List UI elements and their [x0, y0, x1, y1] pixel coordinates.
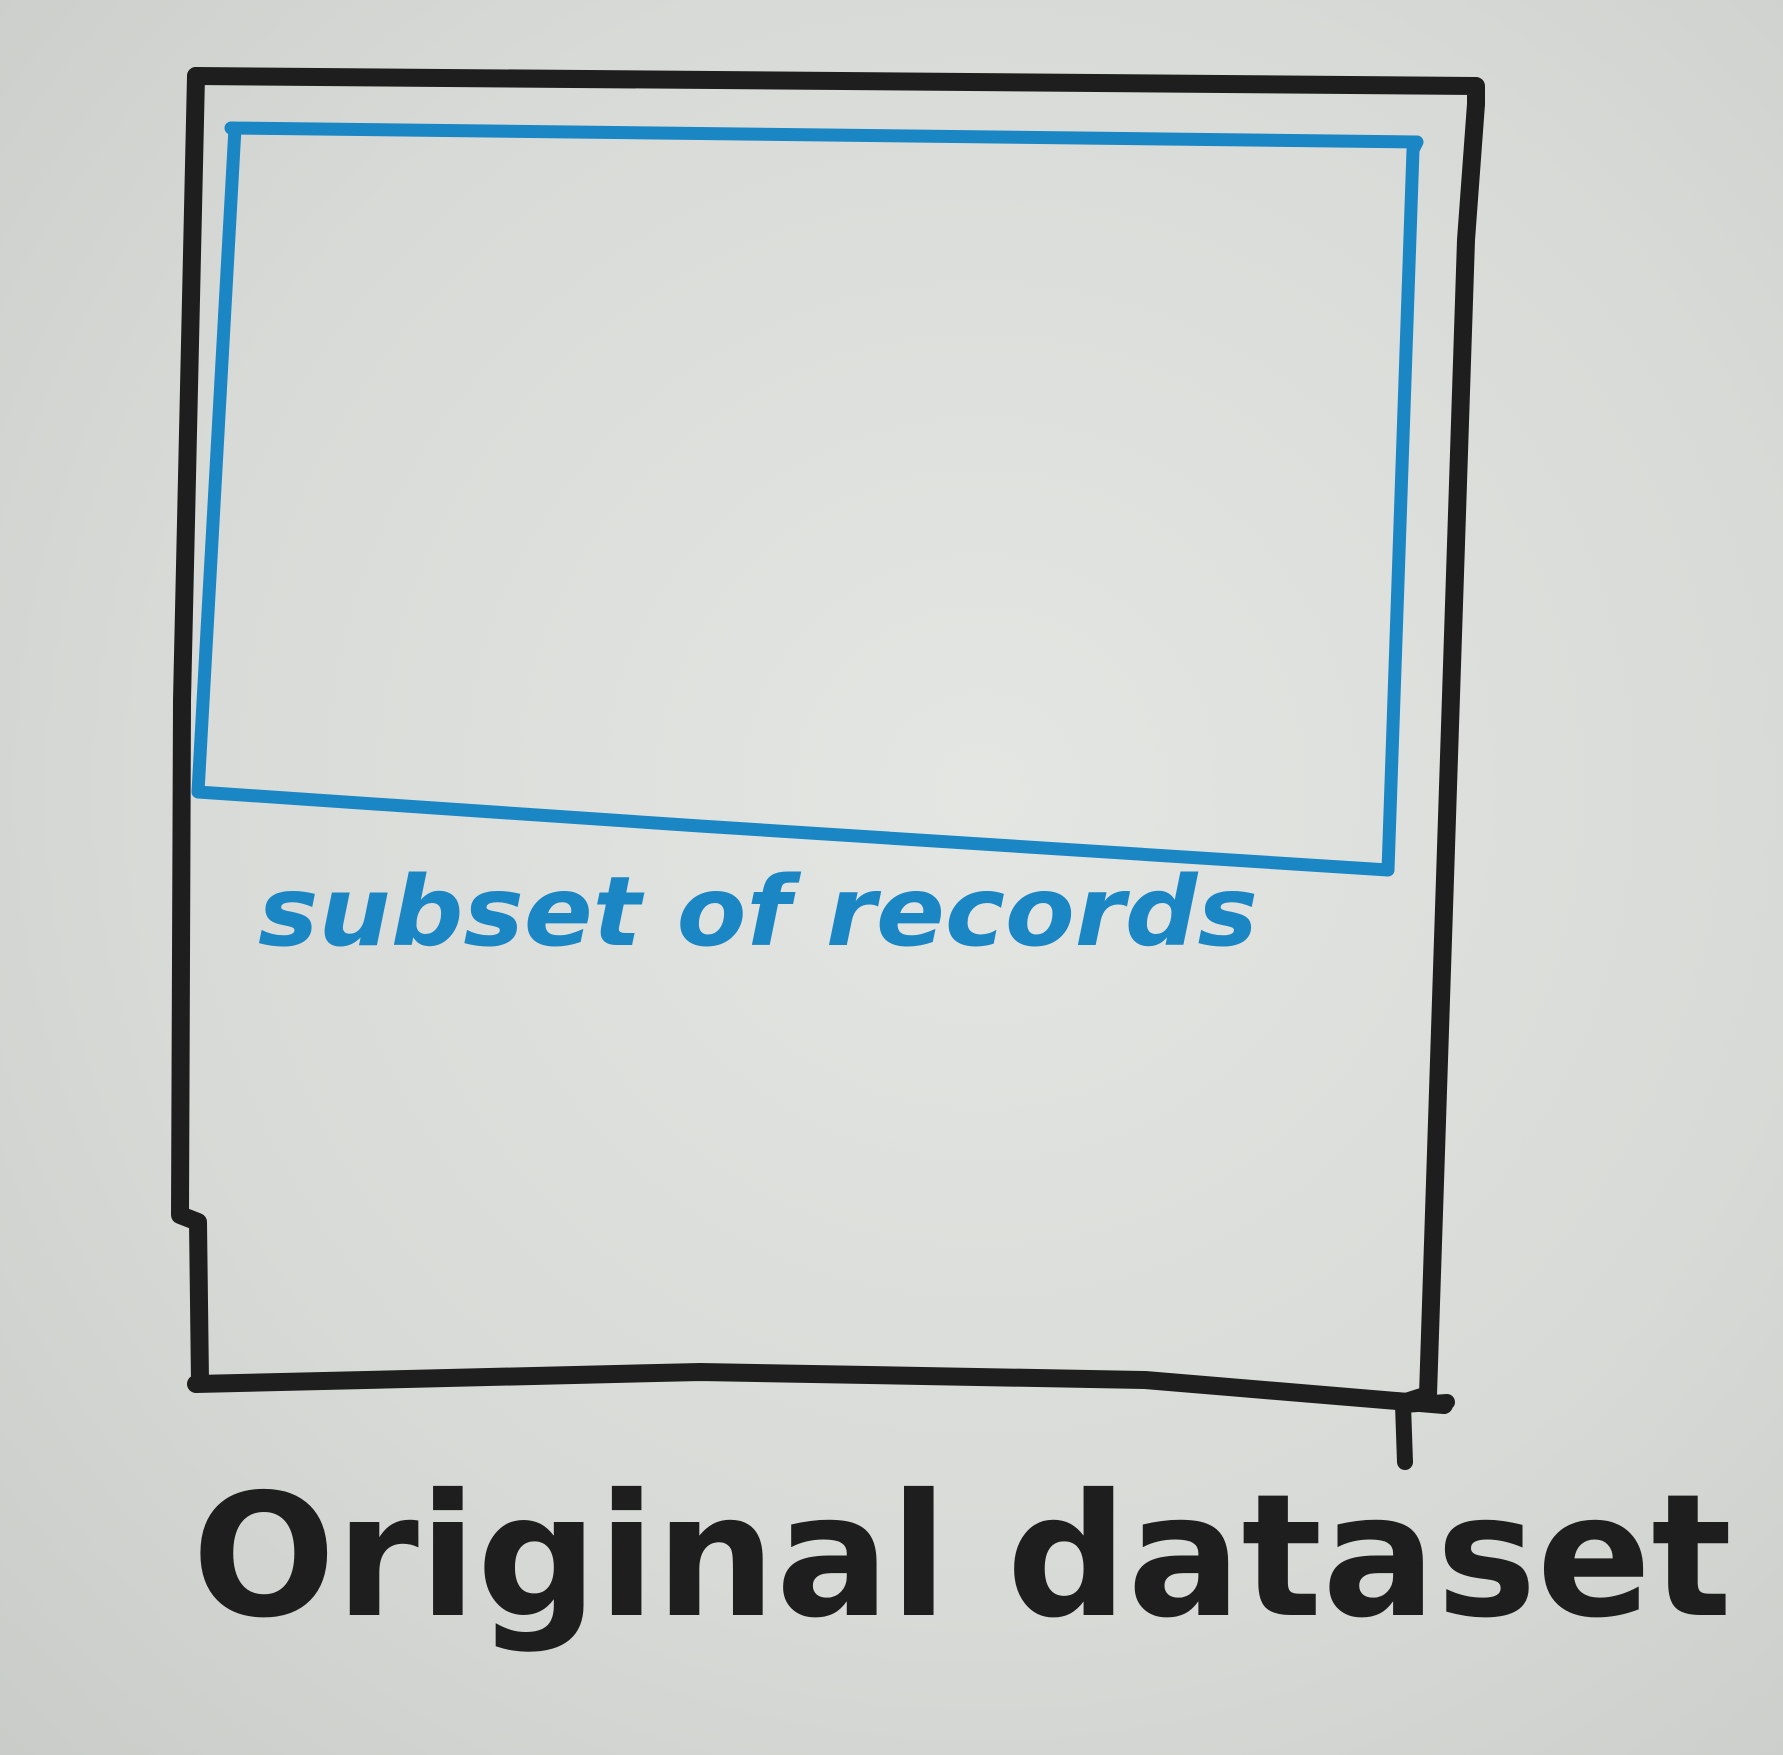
subset-of-records-label: subset of records [258, 856, 1258, 968]
dataset-diagram: subset of records Original dataset [171, 67, 1732, 1656]
original-dataset-box [171, 67, 1485, 1470]
original-dataset-label: Original dataset [192, 1458, 1732, 1656]
subset-of-records-box [191, 121, 1424, 877]
